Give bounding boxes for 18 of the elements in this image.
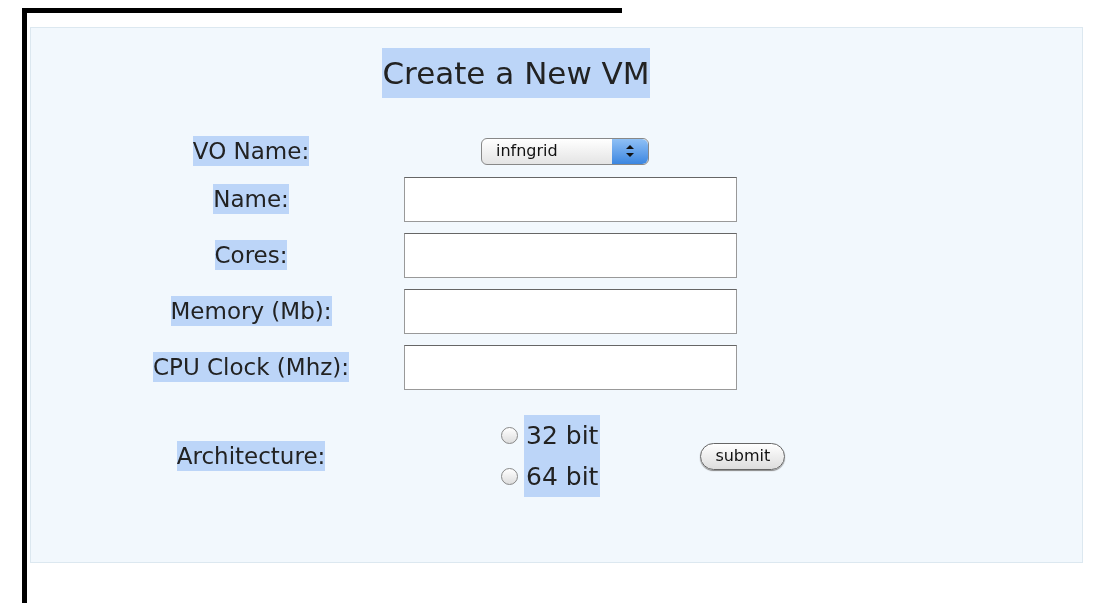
field-label: Architecture: <box>176 441 326 471</box>
submit-button[interactable]: submit <box>700 442 786 470</box>
vo-select[interactable]: infngrid <box>481 137 649 165</box>
text-field[interactable] <box>404 232 737 278</box>
field-label: Cores: <box>214 240 288 270</box>
field-label: CPU Clock (Mhz): <box>152 352 350 382</box>
field-label: Name: <box>213 184 289 214</box>
text-field[interactable] <box>404 344 737 390</box>
radio-label: 32 bit <box>524 415 601 456</box>
radio-button[interactable] <box>501 468 518 485</box>
field-label: VO Name: <box>192 136 310 166</box>
stepper-icon <box>612 138 648 164</box>
text-field[interactable] <box>404 176 737 222</box>
field-label: Memory (Mb): <box>170 296 332 326</box>
radio-button[interactable] <box>501 427 518 444</box>
text-field[interactable] <box>404 288 737 334</box>
form-title: Create a New VM <box>382 48 650 98</box>
radio-label: 64 bit <box>524 456 601 497</box>
